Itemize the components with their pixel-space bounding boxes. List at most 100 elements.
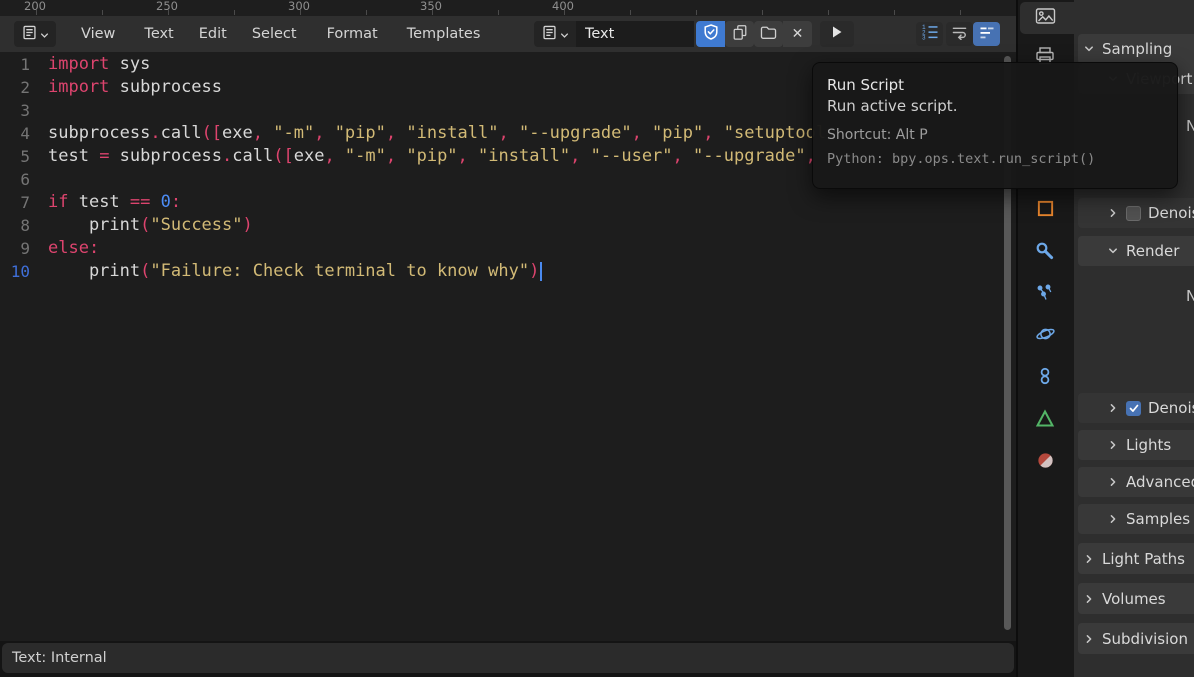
toggle-syntax-highlight[interactable] bbox=[973, 22, 1000, 46]
chevron-right-icon bbox=[1084, 634, 1094, 644]
line-number-3: 3 bbox=[20, 99, 30, 122]
properties-tab-particles[interactable] bbox=[1034, 284, 1056, 306]
properties-tab-material[interactable] bbox=[1034, 451, 1056, 473]
tooltip-title: Run Script bbox=[827, 75, 1163, 95]
code-line-5[interactable]: test = subprocess.call([exe, "-m", "pip"… bbox=[48, 145, 826, 168]
physics-properties-icon bbox=[1035, 324, 1056, 348]
datablock-name-field[interactable] bbox=[576, 21, 694, 47]
tooltip-description: Run active script. bbox=[827, 96, 1163, 116]
toggle-line-numbers[interactable]: 123 bbox=[916, 22, 943, 46]
text-editor-header: View Text Edit Select Format Templates bbox=[0, 16, 1016, 53]
chevron-right-icon bbox=[1084, 554, 1094, 564]
panel-section-denoise-viewport[interactable]: Denoise bbox=[1078, 198, 1194, 228]
denoise-checkbox-unchecked[interactable] bbox=[1126, 206, 1141, 221]
line-number-1: 1 bbox=[20, 53, 30, 76]
text-datablock-icon bbox=[542, 25, 557, 44]
unlink-button[interactable]: ✕ bbox=[783, 21, 812, 47]
panel-section-volumes[interactable]: Volumes bbox=[1078, 583, 1194, 614]
chevron-right-icon bbox=[1108, 403, 1118, 413]
menu-text[interactable]: Text bbox=[144, 26, 173, 42]
open-text-button[interactable] bbox=[754, 21, 783, 47]
status-text: Text: Internal bbox=[12, 650, 107, 666]
menu-templates[interactable]: Templates bbox=[407, 26, 481, 42]
panel-section-lights[interactable]: Lights bbox=[1078, 430, 1194, 460]
panel-section-subdivision[interactable]: Subdivision bbox=[1078, 623, 1194, 654]
chevron-down-icon bbox=[1108, 246, 1118, 256]
object-data-properties-icon bbox=[1035, 409, 1055, 432]
particles-properties-icon bbox=[1035, 283, 1055, 307]
panel-section-samples[interactable]: Samples bbox=[1078, 504, 1194, 534]
code-gutter: 12345678910 bbox=[0, 52, 36, 641]
properties-tab-object[interactable] bbox=[1034, 199, 1056, 221]
ruler-ticks bbox=[36, 10, 1008, 15]
timeline-ruler: 200 250 300 350 400 bbox=[0, 0, 1016, 16]
run-script-button[interactable] bbox=[820, 21, 854, 47]
x-icon: ✕ bbox=[792, 26, 804, 42]
line-number-6: 6 bbox=[20, 168, 30, 191]
panel-section-sampling[interactable]: Sampling bbox=[1078, 34, 1194, 64]
line-numbers-icon: 123 bbox=[921, 24, 939, 44]
render-properties-icon bbox=[1035, 7, 1056, 29]
tooltip-python: Python: bpy.ops.text.run_script() bbox=[827, 150, 1163, 168]
code-line-10[interactable]: print("Failure: Check terminal to know w… bbox=[48, 260, 542, 283]
properties-tab-physics[interactable] bbox=[1034, 325, 1056, 347]
new-text-button[interactable] bbox=[725, 21, 754, 47]
panel-section-advanced[interactable]: Advanced bbox=[1078, 467, 1194, 497]
line-number-10: 10 bbox=[11, 260, 30, 283]
word-wrap-icon bbox=[951, 25, 968, 44]
menu-edit[interactable]: Edit bbox=[199, 26, 227, 42]
properties-tab-render[interactable] bbox=[1034, 7, 1056, 29]
svg-text:3: 3 bbox=[922, 35, 926, 40]
chevron-down-icon bbox=[560, 25, 569, 44]
modifier-wrench-icon bbox=[1035, 241, 1055, 265]
toggle-word-wrap[interactable] bbox=[946, 22, 973, 46]
material-properties-icon bbox=[1036, 451, 1055, 474]
line-number-8: 8 bbox=[20, 214, 30, 237]
text-editor-icon bbox=[22, 25, 37, 44]
properties-tab-modifier[interactable] bbox=[1034, 242, 1056, 264]
line-number-7: 7 bbox=[20, 191, 30, 214]
menu-format[interactable]: Format bbox=[327, 26, 378, 42]
fake-user-button[interactable] bbox=[696, 21, 725, 47]
properties-tab-constraints[interactable] bbox=[1034, 367, 1056, 389]
tooltip-run-script: Run Script Run active script. Shortcut: … bbox=[812, 62, 1178, 189]
code-line-9[interactable]: else: bbox=[48, 237, 99, 260]
shield-check-icon bbox=[704, 24, 718, 44]
line-number-2: 2 bbox=[20, 76, 30, 99]
object-properties-icon bbox=[1036, 199, 1055, 222]
syntax-highlight-icon bbox=[979, 25, 995, 44]
menu-select[interactable]: Select bbox=[252, 26, 297, 42]
menu-bar: View Text Edit Select Format Templates bbox=[56, 16, 480, 52]
panel-section-light-paths[interactable]: Light Paths bbox=[1078, 543, 1194, 574]
text-cursor bbox=[540, 262, 542, 281]
play-icon bbox=[830, 24, 844, 44]
folder-icon bbox=[760, 25, 777, 44]
denoise-checkbox-checked[interactable] bbox=[1126, 401, 1141, 416]
menu-view[interactable]: View bbox=[81, 26, 115, 42]
code-line-2[interactable]: import subprocess bbox=[48, 76, 222, 99]
code-line-7[interactable]: if test == 0: bbox=[48, 191, 181, 214]
editor-type-button[interactable] bbox=[14, 21, 56, 47]
chevron-right-icon bbox=[1084, 594, 1094, 604]
tooltip-shortcut: Shortcut: Alt P bbox=[827, 126, 1163, 144]
datablock-selector[interactable] bbox=[534, 21, 576, 47]
chevron-down-icon bbox=[1084, 44, 1094, 54]
code-line-8[interactable]: print("Success") bbox=[48, 214, 253, 237]
chevron-right-icon bbox=[1108, 208, 1118, 218]
code-line-4[interactable]: subprocess.call([exe, "-m", "pip", "inst… bbox=[48, 122, 826, 145]
panel-section-render[interactable]: Render bbox=[1078, 236, 1194, 266]
status-bar: Text: Internal bbox=[2, 643, 1014, 673]
chevron-right-icon bbox=[1108, 440, 1118, 450]
line-number-4: 4 bbox=[20, 122, 30, 145]
constraints-properties-icon bbox=[1035, 366, 1055, 390]
chevron-down-icon bbox=[40, 25, 49, 44]
line-number-5: 5 bbox=[20, 145, 30, 168]
duplicate-pages-icon bbox=[732, 24, 748, 44]
code-line-1[interactable]: import sys bbox=[48, 53, 150, 76]
panel-section-denoise-render[interactable]: Denoise bbox=[1078, 393, 1194, 423]
properties-tab-object-data[interactable] bbox=[1034, 409, 1056, 431]
chevron-right-icon bbox=[1108, 514, 1118, 524]
line-number-9: 9 bbox=[20, 237, 30, 260]
panel-property-noise-threshold-render: Noise Threshold bbox=[1074, 282, 1194, 310]
chevron-right-icon bbox=[1108, 477, 1118, 487]
